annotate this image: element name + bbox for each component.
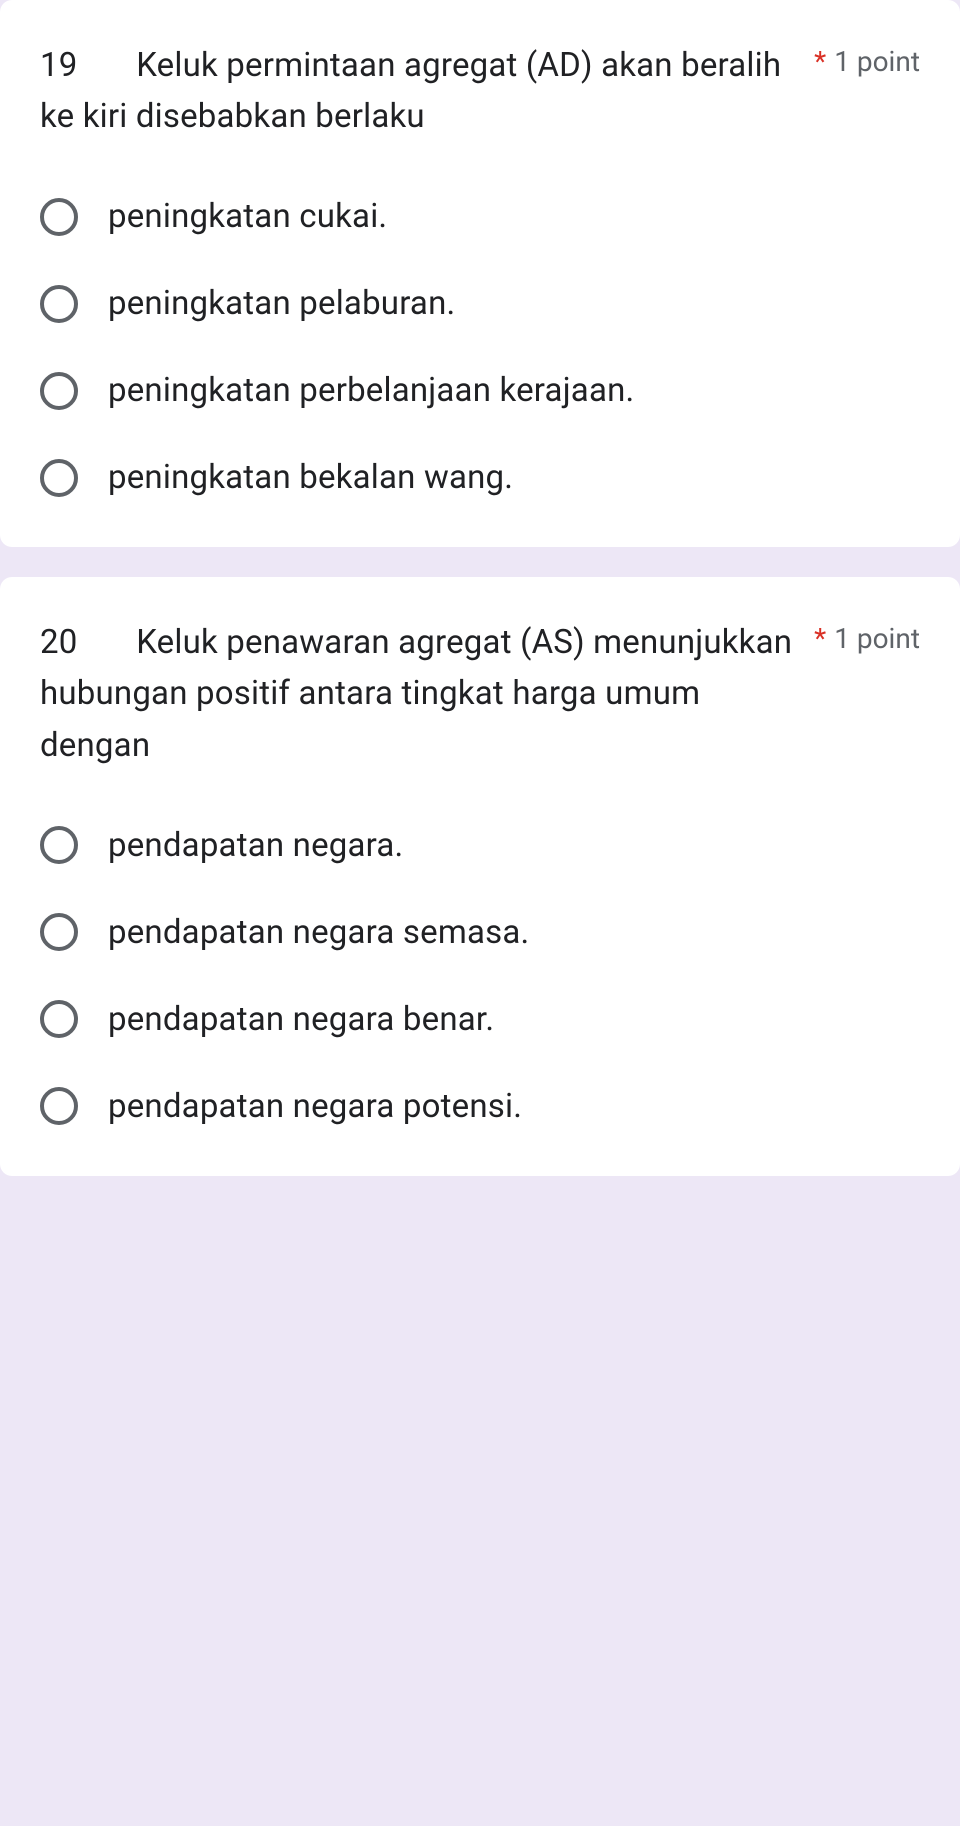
option-row[interactable]: pendapatan negara benar. (40, 1000, 920, 1039)
radio-icon[interactable] (40, 459, 78, 497)
option-row[interactable]: pendapatan negara. (40, 826, 920, 865)
points-wrap: * 1 point (814, 40, 920, 78)
radio-icon[interactable] (40, 1000, 78, 1038)
radio-icon[interactable] (40, 913, 78, 951)
required-mark-icon: * (814, 622, 826, 655)
option-row[interactable]: pendapatan negara potensi. (40, 1087, 920, 1126)
options-list: pendapatan negara. pendapatan negara sem… (40, 826, 920, 1126)
options-list: peningkatan cukai. peningkatan pelaburan… (40, 197, 920, 497)
option-label: peningkatan bekalan wang. (108, 458, 513, 497)
radio-icon[interactable] (40, 826, 78, 864)
points-wrap: * 1 point (814, 617, 920, 655)
option-row[interactable]: peningkatan perbelanjaan kerajaan. (40, 371, 920, 410)
radio-icon[interactable] (40, 1087, 78, 1125)
question-text: 19 Keluk permintaan agregat (AD) akan be… (40, 40, 794, 142)
points-label: 1 point (834, 45, 920, 78)
radio-icon[interactable] (40, 285, 78, 323)
option-label: pendapatan negara potensi. (108, 1087, 522, 1126)
question-card-19: 19 Keluk permintaan agregat (AD) akan be… (0, 0, 960, 547)
question-header: 19 Keluk permintaan agregat (AD) akan be… (40, 40, 920, 142)
option-row[interactable]: peningkatan bekalan wang. (40, 458, 920, 497)
option-label: peningkatan perbelanjaan kerajaan. (108, 371, 634, 410)
option-row[interactable]: pendapatan negara semasa. (40, 913, 920, 952)
question-header: 20 Keluk penawaran agregat (AS) menunjuk… (40, 617, 920, 770)
question-card-20: 20 Keluk penawaran agregat (AS) menunjuk… (0, 577, 960, 1175)
option-row[interactable]: peningkatan pelaburan. (40, 284, 920, 323)
option-label: pendapatan negara semasa. (108, 913, 529, 952)
question-text-wrap: 20 Keluk penawaran agregat (AS) menunjuk… (40, 617, 794, 770)
option-row[interactable]: peningkatan cukai. (40, 197, 920, 236)
required-mark-icon: * (814, 45, 826, 78)
points-label: 1 point (834, 622, 920, 655)
option-label: pendapatan negara. (108, 826, 403, 865)
option-label: peningkatan pelaburan. (108, 284, 455, 323)
option-label: pendapatan negara benar. (108, 1000, 494, 1039)
question-text-wrap: 19 Keluk permintaan agregat (AD) akan be… (40, 40, 794, 142)
option-label: peningkatan cukai. (108, 197, 387, 236)
radio-icon[interactable] (40, 372, 78, 410)
radio-icon[interactable] (40, 198, 78, 236)
question-text: 20 Keluk penawaran agregat (AS) menunjuk… (40, 617, 794, 770)
